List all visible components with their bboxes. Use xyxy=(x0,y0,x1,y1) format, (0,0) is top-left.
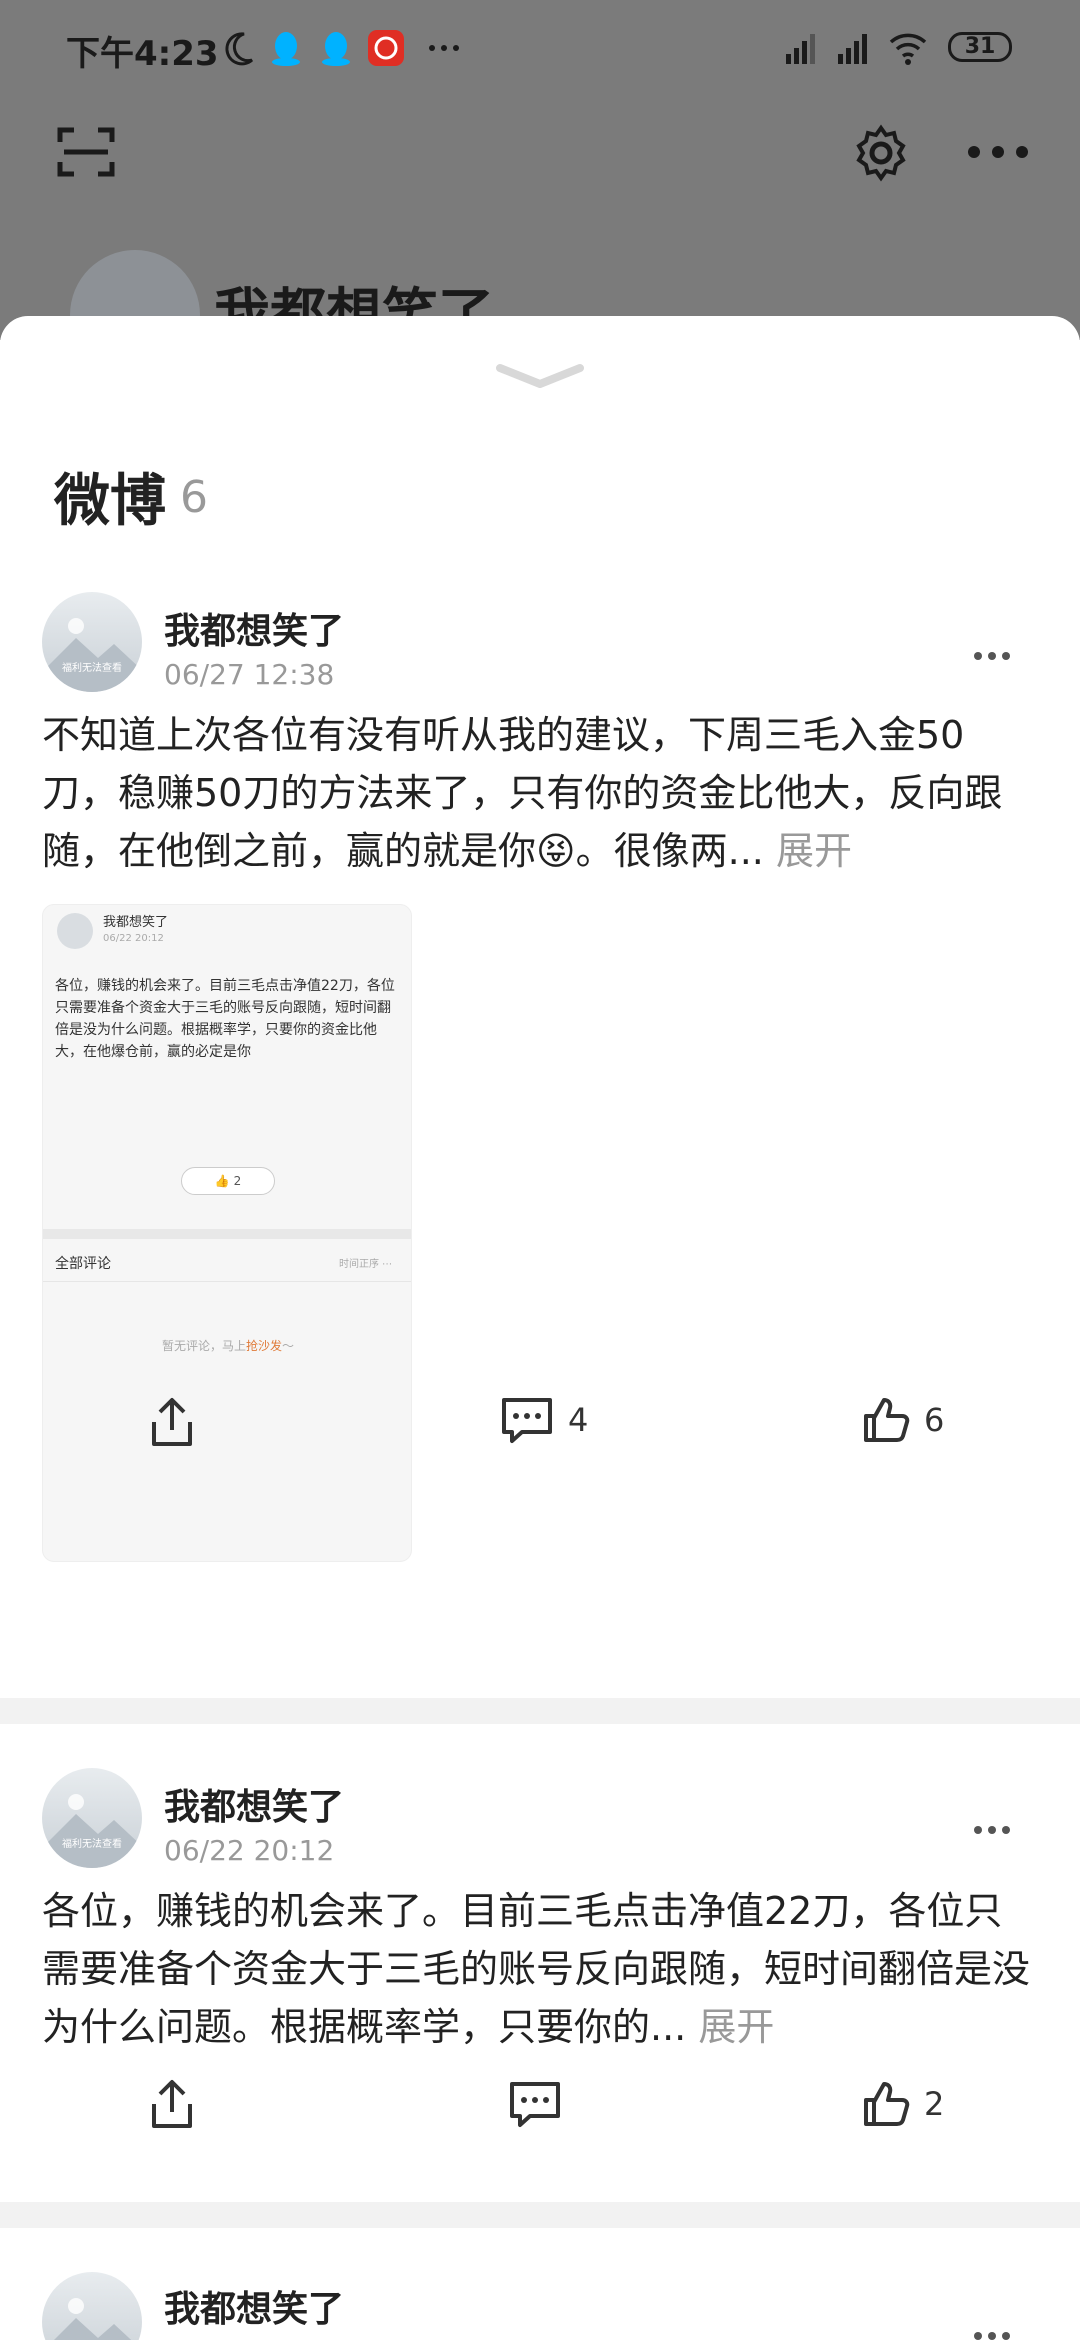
more-icon[interactable] xyxy=(972,648,1012,664)
comment-icon xyxy=(510,2082,560,2127)
wifi-icon xyxy=(889,33,927,65)
share-icon xyxy=(152,1398,192,1446)
comment-icon xyxy=(502,1398,552,1443)
battery-icon: 31 xyxy=(948,32,1012,62)
post-time: 06/27 12:38 xyxy=(164,658,335,691)
more-icon[interactable] xyxy=(972,2328,1012,2340)
avatar xyxy=(57,913,93,949)
divider xyxy=(43,1229,411,1239)
comment-button[interactable]: 4 xyxy=(500,1396,588,1444)
comment-count: 4 xyxy=(568,1401,589,1439)
expand-link[interactable]: 展开 xyxy=(776,829,852,873)
share-button[interactable] xyxy=(150,1396,194,1448)
post-body: 不知道上次各位有没有听从我的建议，下周三毛入金50刀，稳赚50刀的方法来了，只有… xyxy=(42,713,1003,873)
post-text: 各位，赚钱的机会来了。目前三毛点击净值22刀，各位只需要准备个资金大于三毛的账号… xyxy=(42,1882,1032,2056)
app-icon xyxy=(368,30,404,66)
avatar[interactable]: 福利无法查看 xyxy=(42,1768,142,1868)
avatar-caption: 福利无法查看 xyxy=(62,663,122,674)
post-card[interactable]: 福利无法查看 我都想笑了 06/22 20:12 各位，赚钱的机会来了。目前三毛… xyxy=(0,1724,1080,2220)
divider xyxy=(0,2202,1080,2228)
post-card[interactable]: 我都想笑了 xyxy=(0,2228,1080,2340)
status-time: 下午4:23 xyxy=(66,34,219,74)
author-name[interactable]: 我都想笑了 xyxy=(164,2280,344,2332)
hd-signal-icon xyxy=(786,34,815,64)
background-page: 下午4:23 31 我都想笑了 xyxy=(0,0,1080,380)
author-name[interactable]: 我都想笑了 xyxy=(164,602,344,654)
post-body: 各位，赚钱的机会来了。目前三毛点击净值22刀，各位只需要准备个资金大于三毛的账号… xyxy=(42,1889,1031,2049)
chevron-down-icon[interactable] xyxy=(494,360,586,392)
qq-icon xyxy=(322,32,350,66)
share-button[interactable] xyxy=(150,2078,194,2130)
thumb-empty-prefix: 暂无评论，马上 xyxy=(161,1339,246,1353)
post-image[interactable]: 我都想笑了 06/22 20:12 各位，赚钱的机会来了。目前三毛点击净值22刀… xyxy=(42,904,412,1562)
avatar-caption: 福利无法查看 xyxy=(62,1839,122,1850)
thumb-empty: 暂无评论，马上抢沙发～ xyxy=(43,1337,411,1354)
more-icon[interactable] xyxy=(966,142,1030,162)
author-name[interactable]: 我都想笑了 xyxy=(164,1778,344,1830)
sheet-title: 微博 xyxy=(54,469,166,534)
thumb-empty-suffix: ～ xyxy=(282,1339,295,1353)
like-button[interactable]: 6 xyxy=(862,1396,944,1444)
moon-icon xyxy=(225,32,254,66)
thumb-author: 我都想笑了 xyxy=(103,915,169,930)
avatar[interactable] xyxy=(42,2272,142,2340)
thumbs-up-icon xyxy=(864,2082,910,2126)
thumb-like-count: 2 xyxy=(233,1174,242,1188)
settings-icon[interactable] xyxy=(852,124,910,182)
more-icon[interactable] xyxy=(972,1822,1012,1838)
thumb-comments-label: 全部评论 xyxy=(55,1256,111,1272)
post-card[interactable]: 福利无法查看 我都想笑了 06/27 12:38 不知道上次各位有没有听从我的建… xyxy=(0,552,1080,1562)
post-text: 不知道上次各位有没有听从我的建议，下周三毛入金50刀，稳赚50刀的方法来了，只有… xyxy=(42,706,1032,880)
like-count: 6 xyxy=(924,1401,945,1439)
expand-link[interactable]: 展开 xyxy=(698,2005,774,2049)
avatar[interactable]: 福利无法查看 xyxy=(42,592,142,692)
comment-button[interactable] xyxy=(508,2080,576,2128)
divider xyxy=(0,1698,1080,1724)
sheet-count: 6 xyxy=(180,472,208,523)
thumb-text: 各位，赚钱的机会来了。目前三毛点击净值22刀，各位只需要准备个资金大于三毛的账号… xyxy=(55,978,395,1060)
weibo-sheet: 微博 6 福利无法查看 我都想笑了 06/27 12:38 不知道上次各位有没有… xyxy=(0,316,1080,2340)
status-bar: 下午4:23 31 xyxy=(0,0,1080,96)
more-icon xyxy=(429,45,459,51)
qq-icon xyxy=(272,32,300,66)
thumb-empty-link: 抢沙发 xyxy=(245,1339,282,1353)
signal-icon xyxy=(838,34,867,64)
like-count: 2 xyxy=(924,2085,945,2123)
scan-icon[interactable] xyxy=(56,124,116,180)
thumb-like: 👍 2 xyxy=(181,1167,275,1195)
share-icon xyxy=(152,2080,192,2128)
thumbs-up-icon xyxy=(864,1398,910,1442)
thumb-order-label: 时间正序 ⋯ xyxy=(339,1259,393,1270)
post-time: 06/22 20:12 xyxy=(164,1834,335,1867)
like-button[interactable]: 2 xyxy=(862,2080,944,2128)
thumb-time: 06/22 20:12 xyxy=(103,933,164,944)
divider xyxy=(43,1281,411,1282)
